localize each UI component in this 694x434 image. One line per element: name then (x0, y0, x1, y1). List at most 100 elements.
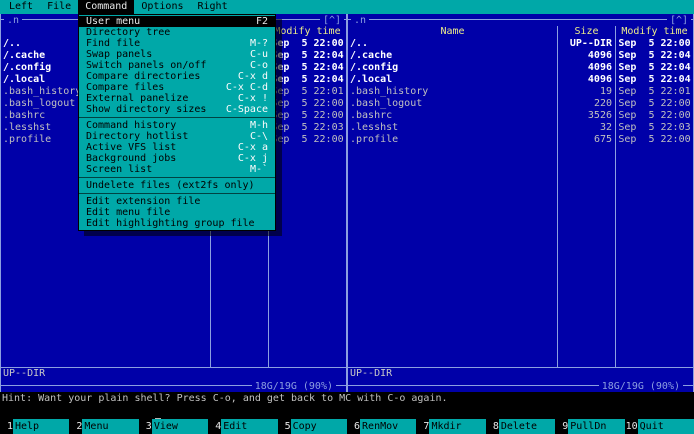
menu-entry[interactable]: Edit menu file (79, 207, 275, 218)
shell-prompt-line[interactable]: midnight@commander:~$ (0, 405, 694, 430)
menu-entry[interactable]: Screen list M-` (79, 164, 275, 175)
left-panel-history-button[interactable]: [^] (319, 14, 344, 26)
function-key[interactable]: 2 Menu (69, 419, 139, 434)
right-panel: .n [^] Name Size Modify time /.. UP--DIR… (347, 14, 694, 392)
file-size-cell: 19 (557, 86, 615, 98)
menu-entry[interactable]: User menu F2 (79, 16, 275, 27)
file-mtime-cell: Sep 5 22:00 (268, 110, 346, 122)
menu-entry-label: Undelete files (ext2fs only) (86, 180, 255, 191)
file-name-cell: .lesshst (350, 122, 399, 133)
menu-entry[interactable]: Directory hotlist C-\ (79, 131, 275, 142)
file-row[interactable]: /.cache 4096 Sep 5 22:04 (348, 50, 693, 62)
function-key[interactable]: 3 View (139, 419, 209, 434)
menu-entry-label: External panelize (86, 93, 189, 104)
file-size-cell: 3526 (557, 110, 615, 122)
function-key[interactable]: 9 PullDn (555, 419, 625, 434)
file-mtime-cell: Sep 5 22:00 (615, 38, 693, 50)
menu-entry[interactable] (79, 115, 275, 120)
function-key-number: 6 (354, 421, 361, 432)
function-key[interactable]: 6 RenMov (347, 419, 417, 434)
function-key[interactable]: 10 Quit (625, 419, 694, 434)
file-row[interactable]: .bash_history 19 Sep 5 22:01 (348, 86, 693, 98)
function-key-number: 8 (492, 421, 499, 432)
menu-entry[interactable]: Background jobs C-x j (79, 153, 275, 164)
menu-entry[interactable]: Directory tree (79, 27, 275, 38)
menu-entry[interactable]: Undelete files (ext2fs only) (79, 180, 275, 191)
menu-entry[interactable]: Command history M-h (79, 120, 275, 131)
file-size-cell: 4096 (557, 74, 615, 86)
function-key[interactable]: 5 Copy (278, 419, 348, 434)
menu-bar-item[interactable]: Command (78, 0, 135, 14)
file-size-cell: 32 (557, 122, 615, 134)
mc-screen: Left File Command Options Right .n [^] N… (0, 0, 694, 434)
file-mtime-cell: Sep 5 22:04 (268, 62, 346, 74)
column-mtime-header[interactable]: Modify time (268, 26, 346, 38)
file-mtime-cell: Sep 5 22:03 (615, 122, 693, 134)
file-row[interactable]: .bash_logout 220 Sep 5 22:00 (348, 98, 693, 110)
column-name-header[interactable]: Name (348, 26, 557, 38)
left-mini-status: UP--DIR (1, 367, 346, 380)
menu-entry[interactable] (79, 191, 275, 196)
file-mtime-cell: Sep 5 22:00 (615, 134, 693, 146)
file-mtime-cell: Sep 5 22:03 (268, 122, 346, 134)
menu-entry-label: Active VFS list (86, 142, 177, 153)
file-size-cell: UP--DIR (557, 38, 615, 50)
function-key[interactable]: 7 Mkdir (416, 419, 486, 434)
file-row[interactable]: .lesshst 32 Sep 5 22:03 (348, 122, 693, 134)
menu-entry[interactable]: Find file M-? (79, 38, 275, 49)
function-key-number: 9 (562, 421, 569, 432)
right-panel-history-button[interactable]: [^] (666, 14, 691, 26)
function-key-number: 5 (284, 421, 291, 432)
menu-entry[interactable]: Switch panels on/off C-o (79, 60, 275, 71)
menu-entry[interactable]: Show directory sizes C-Space (79, 104, 275, 115)
menu-entry[interactable] (79, 175, 275, 180)
right-panel-top-frame: .n [^] (348, 14, 693, 26)
file-size-cell: 220 (557, 98, 615, 110)
menu-entry-label: Switch panels on/off (86, 60, 207, 71)
file-row[interactable]: .profile 675 Sep 5 22:00 (348, 134, 693, 146)
menu-bar-item[interactable]: File (40, 0, 78, 14)
menu-entry-shortcut: C-x j (237, 153, 268, 164)
file-name-cell: /.config (350, 62, 399, 73)
menu-bar-item[interactable]: Left (2, 0, 40, 14)
command-menu-dropdown: User menu F2 Directory tree Find file M-… (78, 14, 276, 231)
menu-bar-item[interactable]: Right (191, 0, 235, 14)
menu-entry-shortcut: C-\ (249, 131, 268, 142)
file-row[interactable]: .bashrc 3526 Sep 5 22:00 (348, 110, 693, 122)
menu-entry-shortcut: C-x ! (237, 93, 268, 104)
column-mtime-header[interactable]: Modify time (615, 26, 693, 38)
menu-entry[interactable]: Compare directories C-x d (79, 71, 275, 82)
hint-line: Hint: Want your plain shell? Press C-o, … (0, 392, 694, 405)
function-key-label: Menu (82, 419, 139, 434)
menu-entry[interactable]: Edit extension file (79, 196, 275, 207)
menu-entry[interactable]: Swap panels C-u (79, 49, 275, 60)
menu-entry[interactable]: Edit highlighting group file (79, 218, 275, 229)
menu-entry[interactable]: Compare files C-x C-d (79, 82, 275, 93)
right-file-area: /.. UP--DIR Sep 5 22:00 /.cache 4096 Sep… (348, 38, 693, 367)
function-key-number: 1 (6, 421, 13, 432)
right-file-list: /.. UP--DIR Sep 5 22:00 /.cache 4096 Sep… (348, 38, 693, 146)
function-key-label: Mkdir (429, 419, 486, 434)
menu-entry-label: Background jobs (86, 153, 177, 164)
function-key[interactable]: 1 Help (0, 419, 70, 434)
menu-entry[interactable]: Active VFS list C-x a (79, 142, 275, 153)
file-row[interactable]: /.local 4096 Sep 5 22:04 (348, 74, 693, 86)
right-free-space: 18G/19G (90%) (598, 380, 683, 392)
file-row[interactable]: /.. UP--DIR Sep 5 22:00 (348, 38, 693, 50)
menu-entry-shortcut: C-x a (237, 142, 268, 153)
file-row[interactable]: /.config 4096 Sep 5 22:04 (348, 62, 693, 74)
function-key[interactable]: 4 Edit (208, 419, 278, 434)
function-key[interactable]: 8 Delete (486, 419, 556, 434)
menu-bar-item[interactable]: Options (134, 0, 190, 14)
menu-entry[interactable]: External panelize C-x ! (79, 93, 275, 104)
left-panel-bottom-frame: 18G/19G (90%) (1, 380, 346, 392)
menu-entry-label: Edit highlighting group file (86, 218, 255, 229)
column-size-header[interactable]: Size (557, 26, 615, 38)
right-panel-empty-area (348, 146, 693, 367)
file-name-cell: /.. (350, 38, 369, 49)
function-key-label: Delete (498, 419, 556, 434)
function-key-number: 4 (215, 421, 222, 432)
menu-entry-label: Edit menu file (86, 207, 171, 218)
file-name-cell: /.local (350, 74, 393, 85)
function-key-label: Quit (637, 419, 694, 434)
